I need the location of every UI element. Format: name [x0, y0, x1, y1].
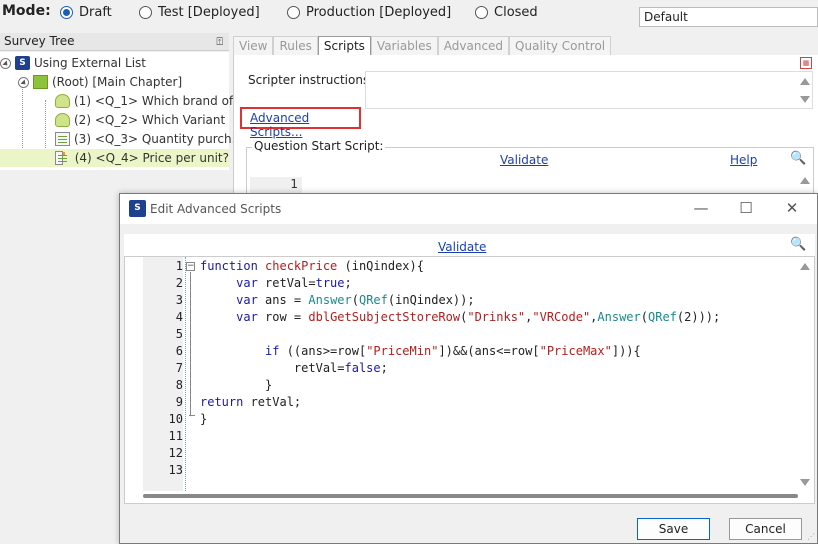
tab-advanced[interactable]: Advanced — [437, 36, 510, 55]
scripter-instructions-label: Scripter instructions: — [248, 73, 374, 87]
scroll-up-icon[interactable] — [800, 263, 810, 270]
script-editor[interactable]: 1 2 3 4 5 6 7 8 9 10 11 12 13 − function checkPrice … — [124, 256, 815, 504]
mode-draft-radio[interactable]: Draft — [60, 5, 112, 20]
survey-icon: S — [15, 56, 30, 70]
resize-grip-icon[interactable]: ⋰ — [807, 532, 815, 541]
tree-item-q4[interactable]: (4) <Q_4> Price per unit? — [0, 149, 229, 167]
radio-selected-icon — [60, 6, 73, 19]
scroll-up-icon[interactable] — [800, 177, 810, 184]
code-line: var row = dblGetSubjectStoreRow("Drinks"… — [236, 310, 721, 324]
mode-test-radio[interactable]: Test [Deployed] — [139, 5, 260, 20]
survey-tree-header: Survey Tree ⍐ — [0, 33, 229, 51]
pin-icon[interactable]: ⍐ — [216, 35, 223, 49]
radio-icon — [475, 6, 488, 19]
radio-icon — [139, 6, 152, 19]
line-number: 9 — [175, 395, 183, 409]
scripter-instructions-field[interactable] — [365, 71, 813, 109]
language-dropdown[interactable]: Default — [639, 7, 818, 27]
line-number: 8 — [175, 378, 183, 392]
find-binoculars-icon[interactable]: 🔍 — [790, 151, 806, 166]
maximize-icon[interactable]: ☐ — [731, 199, 761, 219]
line-number: 12 — [168, 446, 183, 460]
survey-tree: S Using External List (Root) [Main Chapt… — [0, 52, 244, 170]
dialog-toolbar: Validate 🔍 — [124, 234, 815, 256]
mode-production-radio[interactable]: Production [Deployed] — [287, 5, 451, 20]
code-line: } — [200, 412, 208, 426]
line-number: 1 — [175, 259, 183, 273]
question-icon — [55, 113, 70, 127]
tree-item-q3[interactable]: (3) <Q_3> Quantity purch... — [55, 130, 243, 148]
horizontal-scrollbar[interactable] — [143, 489, 798, 503]
scroll-down-icon[interactable] — [800, 479, 810, 486]
app-icon: S — [129, 200, 146, 217]
scrollbar-thumb[interactable] — [143, 494, 798, 498]
line-number: 10 — [168, 412, 183, 426]
question-start-script-label: Question Start Script: — [252, 139, 386, 153]
dialog-title: Edit Advanced Scripts — [150, 202, 282, 216]
tree-item-q2[interactable]: (2) <Q_2> Which Variant — [55, 111, 225, 129]
line-number: 11 — [168, 429, 183, 443]
line-number: 4 — [175, 310, 183, 324]
grid-question-icon — [55, 132, 70, 146]
code-line: function checkPrice (inQindex){ — [200, 259, 424, 273]
scroll-up-icon[interactable] — [800, 78, 810, 85]
tree-item-q1[interactable]: (1) <Q_1> Which brand of... — [55, 92, 244, 110]
collapse-icon[interactable] — [0, 57, 11, 69]
question-tabs: View Rules Scripts Variables Advanced Qu… — [233, 36, 612, 56]
code-line: var retVal=true; — [236, 276, 352, 290]
help-link[interactable]: Help — [730, 153, 757, 167]
minimize-icon[interactable]: — — [686, 199, 716, 219]
code-line: } — [200, 378, 273, 392]
line-number: 2 — [175, 276, 183, 290]
line-number: 7 — [175, 361, 183, 375]
chapter-icon — [33, 75, 48, 89]
line-number: 13 — [168, 463, 183, 477]
line-number: 5 — [175, 327, 183, 341]
fold-collapse-icon[interactable]: − — [186, 262, 195, 271]
tab-view[interactable]: View — [233, 36, 274, 55]
close-icon[interactable]: ✕ — [777, 199, 807, 219]
grid-question-icon — [55, 151, 67, 165]
find-binoculars-icon[interactable]: 🔍 — [790, 237, 806, 252]
tree-item-survey[interactable]: S Using External List — [0, 54, 146, 72]
tab-variables[interactable]: Variables — [370, 36, 438, 55]
question-icon — [55, 94, 70, 108]
save-button[interactable]: Save — [637, 518, 710, 540]
tab-quality-control[interactable]: Quality Control — [509, 36, 612, 55]
dialog-title-bar: S Edit Advanced Scripts — ☐ ✕ — [120, 194, 817, 224]
mode-closed-radio[interactable]: Closed — [475, 5, 538, 20]
line-number: 6 — [175, 344, 183, 358]
tree-item-root[interactable]: (Root) [Main Chapter] — [18, 73, 182, 91]
collapse-icon[interactable] — [18, 76, 29, 88]
code-line: if ((ans>=row["PriceMin"])&&(ans<=row["P… — [265, 344, 641, 358]
tab-rules[interactable]: Rules — [273, 36, 318, 55]
cancel-button[interactable]: Cancel — [729, 518, 802, 540]
start-script-validate-link[interactable]: Validate — [500, 153, 548, 167]
edit-advanced-scripts-dialog: S Edit Advanced Scripts — ☐ ✕ Validate 🔍… — [119, 193, 818, 544]
mode-label: Mode: — [2, 3, 51, 19]
code-line: return retVal; — [200, 395, 302, 409]
code-line: var ans = Answer(QRef(inQindex)); — [236, 293, 475, 307]
script-editor-icon[interactable]: ▦ — [800, 57, 812, 69]
line-number: 3 — [175, 293, 183, 307]
code-line: retVal=false; — [200, 361, 388, 375]
scroll-down-icon[interactable] — [800, 96, 810, 103]
advanced-scripts-link[interactable]: Advanced Scripts... — [240, 107, 361, 139]
vertical-scrollbar[interactable] — [797, 257, 814, 491]
dialog-validate-link[interactable]: Validate — [438, 240, 486, 254]
tab-scripts[interactable]: Scripts — [317, 36, 371, 56]
radio-icon — [287, 6, 300, 19]
mode-bar: Mode: Draft Test [Deployed] Production [… — [0, 0, 818, 30]
